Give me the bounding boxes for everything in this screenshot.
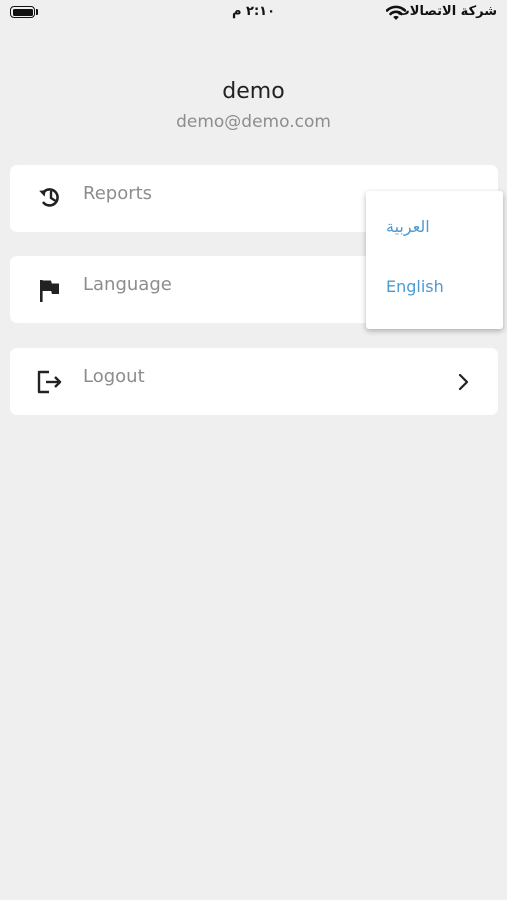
chevron-right-icon (458, 373, 469, 391)
flag-icon (40, 280, 59, 302)
logout-icon (37, 370, 62, 394)
menu-item-label: Logout (83, 366, 145, 387)
profile-name: demo (222, 79, 285, 104)
language-dropdown: العربية English (366, 191, 503, 329)
language-option-english[interactable]: English (386, 277, 444, 296)
status-bar: ٢:١٠ م شركة الاتصالات (0, 0, 507, 28)
menu-item-label: Language (83, 274, 172, 295)
carrier-name: شركة الاتصالات (396, 4, 497, 19)
menu-item-logout[interactable]: Logout (10, 348, 498, 415)
menu-item-label: Reports (83, 183, 153, 204)
profile-email: demo@demo.com (176, 112, 331, 132)
history-icon (39, 188, 59, 207)
language-option-arabic[interactable]: العربية (386, 217, 430, 236)
